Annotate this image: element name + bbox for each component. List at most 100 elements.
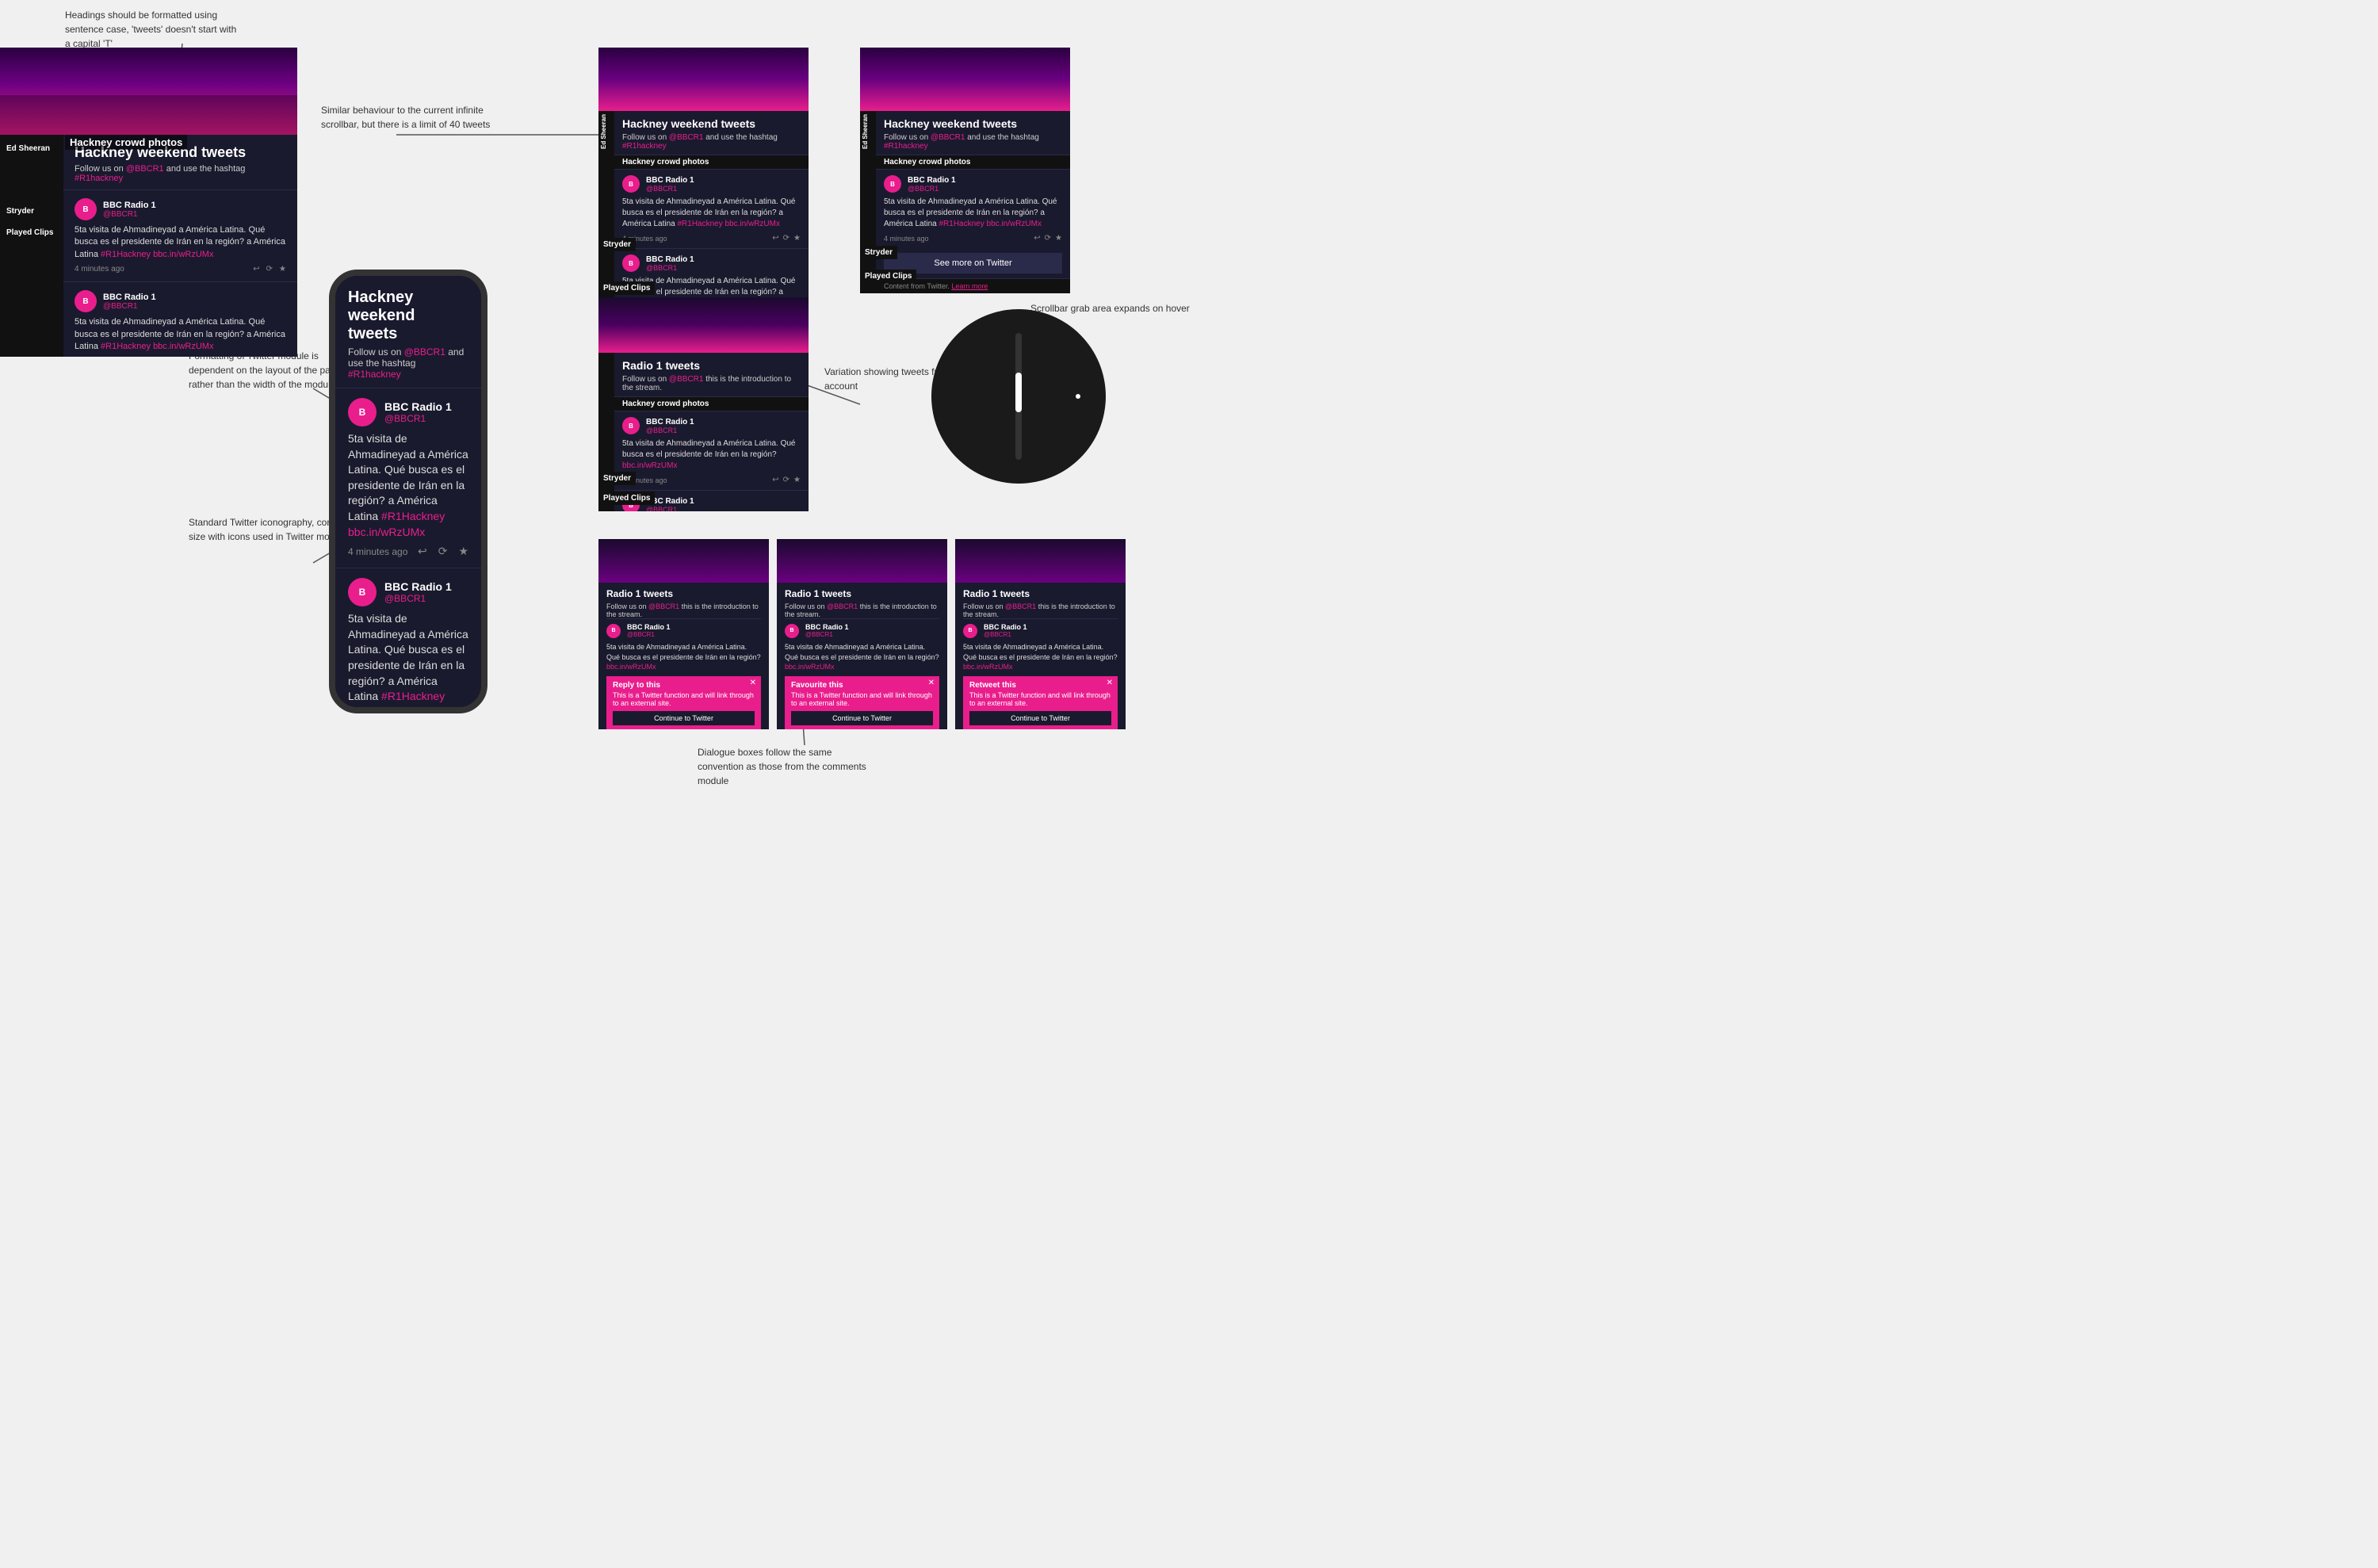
mid-bot-avatar-1: B (622, 417, 640, 434)
mid-bot-subtitle: Follow us on @BBCR1 this is the introduc… (622, 375, 801, 392)
phone-widget-title: Hackney weekend tweets (348, 289, 468, 343)
reply-dialog-title: Reply to this (613, 681, 755, 690)
retweet-icon[interactable]: ⟳ (266, 265, 273, 273)
left-crowd-label: Hackney crowd photos (65, 135, 187, 150)
mid-top-avatar-2: B (622, 254, 640, 272)
right-top-tweet-1-text: 5ta visita de Ahmadineyad a América Lati… (884, 197, 1062, 230)
right-top-hero (860, 48, 1070, 111)
mid-top-title: Hackney weekend tweets (622, 117, 801, 130)
bot-left-subtitle: Follow us on @BBCR1 this is the introduc… (606, 602, 761, 618)
bot-right-subtitle: Follow us on @BBCR1 this is the introduc… (963, 602, 1118, 618)
mid-top-crowd-label: Hackney crowd photos (614, 155, 809, 169)
annotation-heading-case: Headings should be formatted using sente… (65, 8, 239, 51)
mid-top-tweet-1-text: 5ta visita de Ahmadineyad a América Lati… (622, 197, 801, 230)
left-tweet-2: B BBC Radio 1 @BBCR1 5ta visita de Ahmad… (63, 281, 297, 357)
bot-mid-title: Radio 1 tweets (785, 588, 939, 599)
right-top-avatar-1: B (884, 175, 901, 193)
mid-bot-title: Radio 1 tweets (622, 359, 801, 372)
rt-retweet-1[interactable]: ⟳ (1045, 234, 1051, 243)
bot-right-hero (955, 539, 1126, 583)
bot-right-title: Radio 1 tweets (963, 588, 1118, 599)
scrollbar-track[interactable] (1015, 333, 1022, 460)
left-widget: Ed Sheeran Stryder Played Clips Hackney … (0, 48, 297, 357)
bottom-right-widget: Radio 1 tweets Follow us on @BBCR1 this … (955, 539, 1126, 729)
sidebar-item-stryder[interactable]: Stryder (0, 204, 63, 219)
bot-mid-subtitle: Follow us on @BBCR1 this is the introduc… (785, 602, 939, 618)
mid-bot-header: Radio 1 tweets Follow us on @BBCR1 this … (614, 353, 809, 396)
reply-icon[interactable]: ↩ (253, 265, 259, 273)
bot-left-avatar: B (606, 624, 621, 638)
phone-fav-1[interactable]: ★ (458, 545, 468, 558)
bot-left-hero (598, 539, 769, 583)
right-top-tweet-1: B BBC Radio 1 @BBCR1 5ta visita de Ahmad… (876, 169, 1070, 248)
left-widget-tweet-area: Hackney weekend tweets Follow us on @BBC… (63, 135, 297, 357)
sidebar-item-clips[interactable]: Played Clips (0, 225, 63, 240)
mid-top-avatar-1: B (622, 175, 640, 193)
retweet-dialog: Retweet this ✕ This is a Twitter functio… (963, 676, 1118, 729)
right-top-sidebar: Ed Sheeran (860, 111, 876, 293)
right-top-header: Hackney weekend tweets Follow us on @BBC… (876, 111, 1070, 155)
cursor-dot (1076, 394, 1080, 399)
scrollbar-thumb[interactable] (1015, 373, 1022, 412)
fav-dialog-close[interactable]: ✕ (928, 679, 935, 687)
fav-dialog-title: Favourite this (791, 681, 933, 690)
favourite-icon[interactable]: ★ (279, 265, 286, 273)
mid-retweet-1[interactable]: ⟳ (783, 234, 789, 243)
favourite-dialog: Favourite this ✕ This is a Twitter funct… (785, 676, 939, 729)
tweet-avatar-2: B (75, 290, 97, 312)
bot-mid-hero (777, 539, 947, 583)
bot-left-title: Radio 1 tweets (606, 588, 761, 599)
scrollbar-circle-visualization (931, 309, 1106, 484)
left-tweet-1: B BBC Radio 1 @BBCR1 5ta visita de Ahmad… (63, 189, 297, 281)
bot-left-tweet-1: B BBC Radio 1 @BBCR1 5ta visita de Ahmad… (606, 618, 761, 729)
rt-dialog-close[interactable]: ✕ (1107, 679, 1113, 687)
reply-dialog-close[interactable]: ✕ (750, 679, 756, 687)
rt-dialog-title: Retweet this (969, 681, 1111, 690)
right-top-footer-link[interactable]: Learn more (951, 282, 988, 290)
left-tweet-1-text: 5ta visita de Ahmadineyad a América Lati… (75, 224, 286, 261)
reply-dialog-button[interactable]: Continue to Twitter (613, 711, 755, 725)
mid-top-stryder-label: Stryder (598, 238, 636, 251)
bot-right-content: Radio 1 tweets Follow us on @BBCR1 this … (955, 583, 1126, 729)
right-top-played-label: Played Clips (860, 270, 916, 283)
phone-avatar-1: B (348, 398, 377, 426)
mid-bot-hero (598, 297, 809, 353)
mid-top-tweet-1: B BBC Radio 1 @BBCR1 5ta visita de Ahmad… (614, 169, 809, 248)
mid-bot-tweet-1: B BBC Radio 1 @BBCR1 5ta visita de Ahmad… (614, 411, 809, 490)
mid-top-sidebar: Ed Sheeran (598, 111, 614, 309)
mid-reply-1[interactable]: ↩ (772, 234, 778, 243)
phone-tweet-2: B BBC Radio 1 @BBCR1 5ta visita de Ahmad… (335, 568, 481, 707)
fav-dialog-button[interactable]: Continue to Twitter (791, 711, 933, 725)
mid-bot-stryder-label: Stryder (598, 472, 636, 485)
rt-reply-1[interactable]: ↩ (1034, 234, 1040, 243)
annotation-dialog: Dialogue boxes follow the same conventio… (698, 745, 872, 788)
bot-mid-content: Radio 1 tweets Follow us on @BBCR1 this … (777, 583, 947, 729)
reply-dialog: Reply to this ✕ This is a Twitter functi… (606, 676, 761, 729)
mid-fav-1[interactable]: ★ (793, 234, 801, 243)
sidebar-item-sheeran[interactable]: Ed Sheeran (0, 141, 63, 156)
bottom-left-widget: Radio 1 tweets Follow us on @BBCR1 this … (598, 539, 769, 729)
left-widget-hero-image (0, 48, 297, 135)
phone-tweet-1-text: 5ta visita de Ahmadineyad a América Lati… (348, 431, 468, 540)
bot-right-tweet-1: B BBC Radio 1 @BBCR1 5ta visita de Ahmad… (963, 618, 1118, 729)
fav-dialog-text: This is a Twitter function and will link… (791, 691, 933, 707)
mb-retweet-1[interactable]: ⟳ (783, 476, 789, 484)
phone-reply-1[interactable]: ↩ (418, 545, 427, 558)
bot-mid-avatar: B (785, 624, 799, 638)
mb-reply-1[interactable]: ↩ (772, 476, 778, 484)
right-top-crowd-label: Hackney crowd photos (876, 155, 1070, 169)
bot-mid-tweet-1: B BBC Radio 1 @BBCR1 5ta visita de Ahmad… (785, 618, 939, 729)
left-tweet-2-text: 5ta visita de Ahmadineyad a América Lati… (75, 316, 286, 353)
annotation-scrollbar-expand: Scrollbar grab area expands on hover (1030, 301, 1190, 316)
mb-fav-1[interactable]: ★ (793, 476, 801, 484)
rt-fav-1[interactable]: ★ (1055, 234, 1062, 243)
bot-left-content: Radio 1 tweets Follow us on @BBCR1 this … (598, 583, 769, 729)
right-top-stryder-label: Stryder (860, 246, 897, 259)
phone-widget-header: Hackney weekend tweets Follow us on @BBC… (335, 276, 481, 388)
mid-top-played-label: Played Clips (598, 281, 655, 295)
reply-dialog-text: This is a Twitter function and will link… (613, 691, 755, 707)
bottom-mid-widget: Radio 1 tweets Follow us on @BBCR1 this … (777, 539, 947, 729)
right-top-sidebar-label: Ed Sheeran (860, 111, 870, 152)
rt-dialog-button[interactable]: Continue to Twitter (969, 711, 1111, 725)
phone-retweet-1[interactable]: ⟳ (438, 545, 448, 558)
